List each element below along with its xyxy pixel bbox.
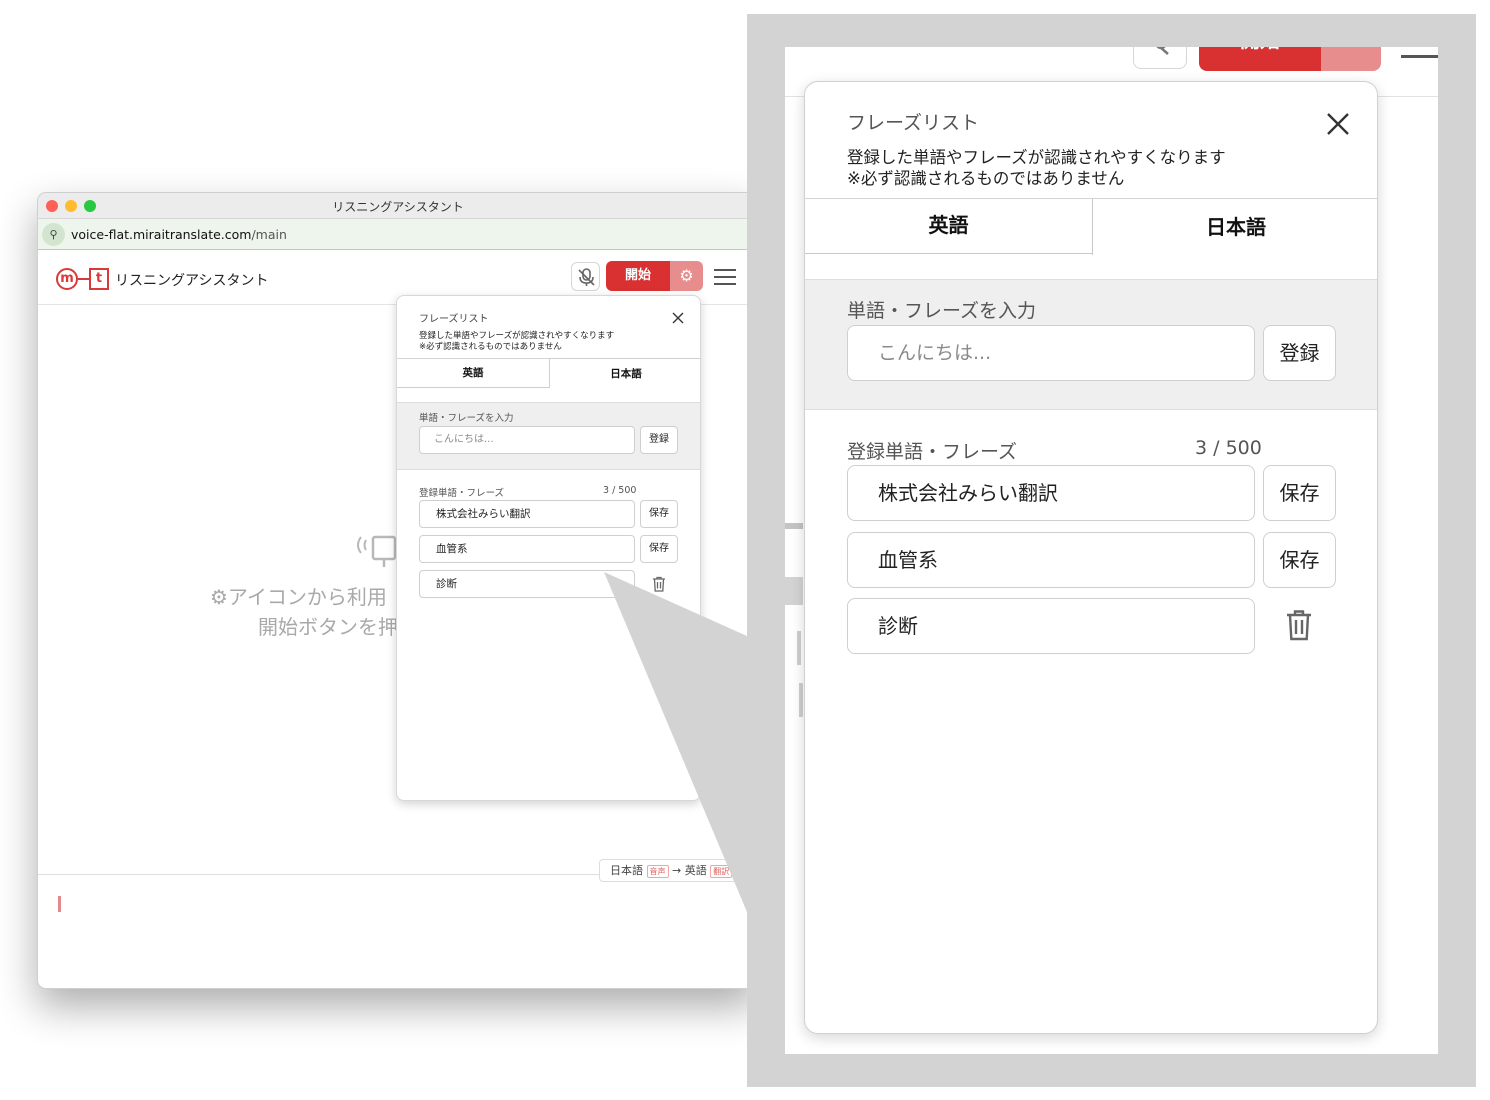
url-path: /main: [251, 227, 287, 242]
panel-title: フレーズリスト: [847, 112, 980, 134]
save-button[interactable]: 保存: [1263, 465, 1336, 521]
mt-logo: m t: [56, 268, 112, 290]
phrase-item[interactable]: 診断: [847, 598, 1255, 654]
arrow-icon: →: [672, 864, 682, 877]
phrase-list-panel: フレーズリスト 登録した単語やフレーズが認識されやすくなります ※必ず認識される…: [396, 295, 701, 801]
title-bar: リスニングアシスタント: [38, 193, 757, 219]
url-text[interactable]: voice-flat.miraitranslate.com/main: [71, 227, 287, 242]
mic-off-icon: [1156, 47, 1169, 55]
list-label: 登録単語・フレーズ: [419, 488, 505, 499]
transcript-pane[interactable]: [38, 874, 757, 988]
close-icon: [672, 312, 684, 324]
tab-english[interactable]: 英語: [397, 359, 549, 388]
zoomed-bg-fragment: [785, 683, 803, 717]
phrase-count: 3 / 500: [1195, 437, 1262, 459]
gear-icon: ⚙: [679, 266, 694, 285]
phrase-item[interactable]: 血管系: [847, 532, 1255, 588]
empty-message-line2: 開始ボタンを押: [258, 615, 398, 639]
phrase-input[interactable]: こんにちは...: [847, 325, 1255, 381]
language-direction-pill[interactable]: 日本語 音声 → 英語 翻訳: [599, 859, 757, 882]
menu-button[interactable]: [714, 269, 736, 285]
delete-button[interactable]: [1283, 608, 1315, 642]
target-language: 英語: [684, 864, 707, 877]
zoomed-bg-fragment: [785, 577, 803, 605]
phrase-input[interactable]: こんにちは...: [419, 426, 635, 454]
tab-english[interactable]: 英語: [805, 199, 1092, 254]
zoomed-bg-fragment: [785, 523, 803, 529]
trash-icon: [1287, 610, 1311, 641]
zoomed-start-label: 開始: [1240, 47, 1280, 52]
register-button[interactable]: 登録: [1263, 325, 1336, 381]
hamburger-icon-bar: [714, 276, 736, 278]
close-button[interactable]: [1325, 111, 1351, 137]
trash-icon: [653, 576, 665, 592]
zoomed-hamburger-icon: [1401, 55, 1438, 58]
logo-connector: [78, 278, 89, 280]
panel-note: ※必ず認識されるものではありません: [847, 169, 1125, 188]
panel-note: ※必ず認識されるものではありません: [419, 342, 562, 352]
zoomed-mic-button: [1133, 47, 1187, 69]
delete-button[interactable]: [650, 575, 668, 593]
phrase-item[interactable]: 血管系: [419, 535, 635, 563]
close-icon: [1327, 113, 1349, 135]
save-button[interactable]: 保存: [640, 500, 678, 528]
empty-message-line1: ⚙アイコンから利用: [210, 585, 387, 609]
list-label: 登録単語・フレーズ: [847, 441, 1018, 463]
zoomed-gear-button: [1321, 47, 1381, 71]
hamburger-icon-bar: [714, 283, 736, 285]
mic-off-icon: [578, 268, 595, 286]
phrase-item[interactable]: 株式会社みらい翻訳: [847, 465, 1255, 521]
tab-japanese[interactable]: 日本語: [549, 358, 700, 388]
save-button[interactable]: 保存: [1263, 532, 1336, 588]
start-button[interactable]: 開始: [606, 261, 670, 291]
window-title: リスニングアシスタント: [332, 200, 464, 214]
phrase-list-panel-zoomed: フレーズリスト 登録した単語やフレーズが認識されやすくなります ※必ず認識される…: [804, 81, 1378, 1034]
url-domain: voice-flat.miraitranslate.com: [71, 227, 252, 242]
site-settings-icon[interactable]: ⚲: [42, 223, 65, 246]
text-cursor: [58, 896, 61, 912]
logo-t: t: [89, 268, 109, 290]
address-bar[interactable]: ⚲ voice-flat.miraitranslate.com/main: [38, 219, 757, 250]
hamburger-icon: [714, 269, 736, 271]
zoomed-bg-fragment: [785, 631, 801, 665]
source-tag: 音声: [646, 864, 669, 878]
target-tag: 翻訳: [710, 864, 733, 878]
save-button[interactable]: 保存: [640, 535, 678, 563]
phrase-item[interactable]: 株式会社みらい翻訳: [419, 500, 635, 528]
settings-button[interactable]: ⚙: [670, 261, 703, 291]
phrase-item[interactable]: 診断: [419, 570, 635, 598]
source-language: 日本語: [610, 864, 643, 877]
mic-mute-button[interactable]: [571, 262, 600, 291]
close-button[interactable]: [671, 310, 685, 324]
phrase-count: 3 / 500: [603, 485, 637, 496]
logo-m: m: [56, 268, 78, 290]
tab-japanese[interactable]: 日本語: [1092, 199, 1377, 255]
zoomed-start-button: 開始: [1199, 47, 1321, 71]
app-title: リスニングアシスタント: [115, 273, 269, 289]
input-label: 単語・フレーズを入力: [419, 413, 514, 424]
input-label: 単語・フレーズを入力: [847, 300, 1037, 322]
broadcast-monitor-icon: [357, 535, 397, 567]
register-button[interactable]: 登録: [640, 426, 678, 454]
panel-title: フレーズリスト: [419, 314, 489, 325]
